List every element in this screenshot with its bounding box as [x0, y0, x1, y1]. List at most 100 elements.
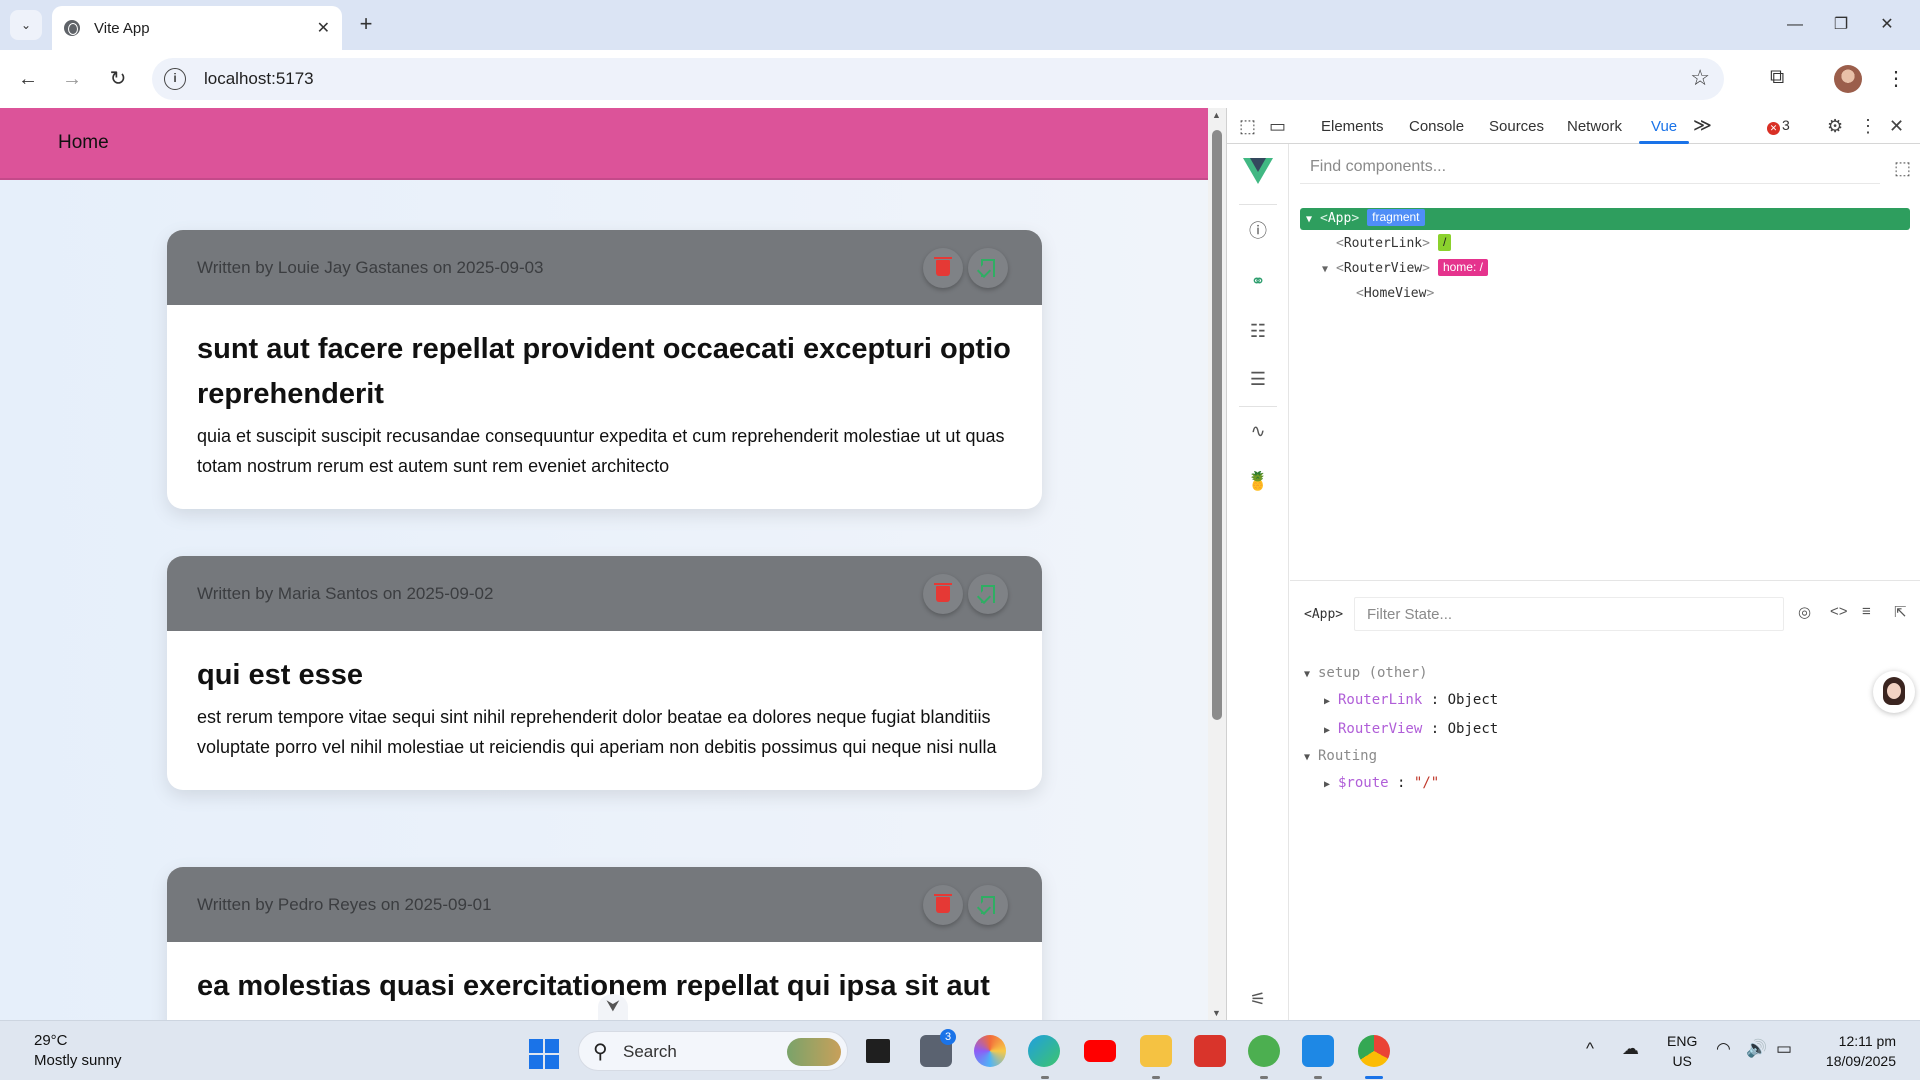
expand-caret-icon[interactable]: ▶ [1324, 775, 1338, 795]
running-indicator [1152, 1076, 1160, 1079]
onedrive-icon[interactable]: ☁ [1622, 1039, 1639, 1059]
weather-widget[interactable]: 29°C Mostly sunny [34, 1031, 122, 1071]
maximize-button[interactable]: ❐ [1818, 8, 1864, 42]
inspect-element-icon[interactable]: ⬚ [1239, 116, 1256, 137]
info-icon[interactable]: ⓘ [1245, 218, 1271, 244]
expand-caret-icon[interactable]: ▼ [1306, 209, 1320, 231]
expand-caret-icon[interactable]: ▼ [1304, 748, 1318, 768]
delete-post-button[interactable] [923, 248, 963, 288]
home-nav-link[interactable]: Home [58, 132, 109, 154]
routes-icon[interactable]: ∿ [1245, 418, 1271, 444]
bookmark-star-icon[interactable]: ☆ [1690, 65, 1710, 91]
scroll-up-arrow-icon[interactable]: ▲ [1212, 110, 1221, 120]
file-explorer-icon[interactable] [1140, 1035, 1172, 1067]
expand-caret-icon[interactable]: ▼ [1322, 259, 1336, 281]
vue-settings-icon[interactable]: ⚟ [1245, 986, 1271, 1012]
more-tabs-icon[interactable]: ≫ [1693, 115, 1712, 136]
forward-button[interactable]: → [58, 65, 86, 93]
page-scrollbar-thumb[interactable] [1212, 130, 1222, 720]
devtools-settings-icon[interactable]: ⚙ [1827, 116, 1843, 137]
page-scrollbar[interactable]: ▲ ▼ [1208, 108, 1226, 1020]
site-info-icon[interactable]: i [164, 68, 186, 90]
fragment-tag: fragment [1367, 209, 1425, 226]
address-bar[interactable]: i localhost:5173 ☆ [152, 58, 1724, 100]
browser-tab-vite-app[interactable]: Vite App ✕ [52, 6, 342, 50]
wps-office-icon[interactable] [1194, 1035, 1226, 1067]
tab-sources[interactable]: Sources [1489, 118, 1544, 135]
tab-close-icon[interactable]: ✕ [317, 18, 330, 38]
scroll-down-icon[interactable]: ⮟ [598, 994, 628, 1020]
select-component-icon[interactable]: ⬚ [1894, 158, 1911, 179]
expand-caret-icon[interactable]: ▶ [1324, 692, 1338, 712]
files-app-icon[interactable]: 3 [920, 1029, 956, 1067]
selected-component-name: <App> [1304, 607, 1344, 622]
bookmark-post-button[interactable] [968, 885, 1008, 925]
tree-node-homeview[interactable]: <HomeView> [1356, 283, 1434, 305]
assistant-avatar[interactable] [1873, 671, 1915, 713]
extensions-icon[interactable]: ⧉ [1770, 66, 1784, 89]
minimize-button[interactable]: — [1772, 8, 1818, 42]
browser-toolbar: ← → ↻ i localhost:5173 ☆ ⧉ ⋮ [0, 50, 1920, 108]
bookmark-post-button[interactable] [968, 248, 1008, 288]
devtools-menu-icon[interactable]: ⋮ [1859, 116, 1877, 137]
delete-post-button[interactable] [923, 885, 963, 925]
find-components-input[interactable]: Find components... [1300, 152, 1880, 184]
vscode-icon[interactable] [1302, 1035, 1334, 1067]
url-text[interactable]: localhost:5173 [204, 69, 314, 89]
bookmark-post-button[interactable] [968, 574, 1008, 614]
device-toolbar-icon[interactable]: ▭ [1269, 116, 1286, 137]
timeline-icon[interactable]: ☰ [1245, 366, 1271, 392]
browser-tab-strip: ⌄ Vite App ✕ + — ❐ ✕ [0, 0, 1920, 50]
state-section-setup[interactable]: ▼ setup (other) [1304, 663, 1428, 685]
upwork-icon[interactable] [1248, 1035, 1280, 1067]
delete-post-button[interactable] [923, 574, 963, 614]
volume-icon[interactable]: 🔊 [1746, 1039, 1767, 1059]
component-name: App [1327, 211, 1352, 226]
tab-search-button[interactable]: ⌄ [10, 10, 42, 40]
filter-state-input[interactable]: Filter State... [1354, 597, 1784, 631]
tab-console[interactable]: Console [1409, 118, 1464, 135]
error-count-badge[interactable]: ✕ 3 [1767, 117, 1790, 135]
scroll-down-arrow-icon[interactable]: ▼ [1212, 1008, 1221, 1018]
battery-icon[interactable]: ▭ [1776, 1039, 1792, 1059]
components-icon[interactable]: ⚭ [1245, 268, 1271, 294]
scroll-to-component-icon[interactable]: ◎ [1798, 603, 1811, 621]
start-button[interactable] [529, 1039, 559, 1069]
pinia-icon[interactable]: 🍍 [1245, 468, 1271, 494]
open-in-editor-icon[interactable]: <> [1830, 603, 1848, 620]
state-section-routing[interactable]: ▼ Routing [1304, 746, 1377, 768]
system-clock[interactable]: 12:11 pm 18/09/2025 [1818, 1031, 1896, 1071]
tab-elements[interactable]: Elements [1321, 118, 1384, 135]
profile-avatar[interactable] [1834, 65, 1862, 93]
collapse-all-icon[interactable]: ≡ [1862, 603, 1871, 620]
edge-browser-icon[interactable] [1028, 1035, 1060, 1067]
state-row-routerlink[interactable]: ▶ RouterLink : Object [1324, 690, 1498, 712]
taskbar-search[interactable]: ⚲ Search [578, 1031, 848, 1071]
component-tree-icon[interactable]: ☷ [1245, 318, 1271, 344]
state-row-routerview[interactable]: ▶ RouterView : Object [1324, 719, 1498, 741]
youtube-icon[interactable] [1084, 1040, 1116, 1062]
back-button[interactable]: ← [14, 65, 42, 93]
tab-network[interactable]: Network [1567, 118, 1622, 135]
state-row-route[interactable]: ▶ $route : "/" [1324, 773, 1439, 795]
new-tab-button[interactable]: + [352, 11, 380, 39]
wifi-icon[interactable]: ◠ [1716, 1039, 1731, 1059]
chrome-icon[interactable] [1358, 1035, 1390, 1067]
expand-caret-icon[interactable]: ▼ [1304, 665, 1318, 685]
open-external-icon[interactable]: ⇱ [1894, 603, 1907, 621]
expand-caret-icon[interactable]: ▶ [1324, 721, 1338, 741]
post-byline: Written by Pedro Reyes on 2025-09-01 [197, 895, 492, 914]
show-hidden-icons-icon[interactable]: ^ [1586, 1039, 1594, 1059]
copilot-icon[interactable] [974, 1035, 1006, 1067]
tree-node-routerview[interactable]: ▼ <RouterView> home: / [1322, 258, 1488, 280]
language-indicator[interactable]: ENG US [1667, 1031, 1697, 1071]
browser-menu-icon[interactable]: ⋮ [1886, 66, 1906, 91]
reload-button[interactable]: ↻ [104, 65, 132, 93]
tab-vue[interactable]: Vue [1651, 118, 1677, 135]
close-window-button[interactable]: ✕ [1864, 8, 1910, 42]
task-view-icon[interactable] [862, 1035, 894, 1067]
devtools-close-icon[interactable]: ✕ [1889, 116, 1904, 137]
tree-node-app[interactable]: ▼ <App> fragment [1300, 208, 1910, 230]
tree-node-routerlink[interactable]: <RouterLink> / [1336, 233, 1452, 255]
bookmark-icon [981, 585, 995, 603]
